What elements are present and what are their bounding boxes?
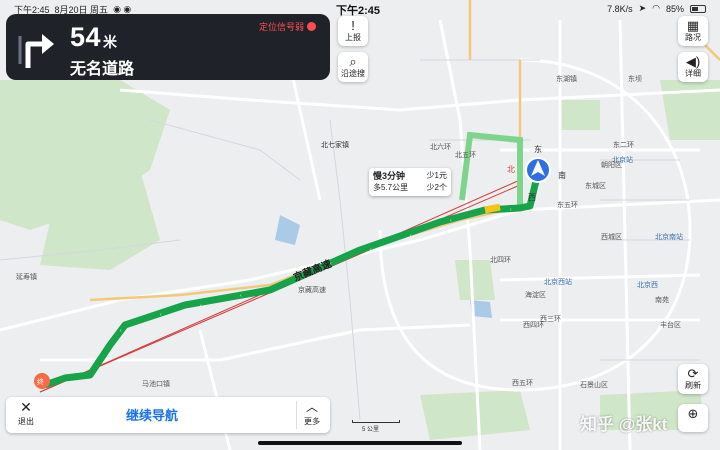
road-b bbox=[119, 88, 720, 112]
navigation-card[interactable]: 54 米 无名道路 定位信号弱 bbox=[6, 14, 330, 80]
distance-unit: 米 bbox=[103, 34, 117, 50]
refresh-icon: ⟳ bbox=[687, 366, 699, 381]
gps-signal-warning: 定位信号弱 bbox=[259, 20, 316, 33]
map-label: 南苑 bbox=[655, 297, 669, 304]
volume-detail-button[interactable]: ◀) 详细 bbox=[678, 52, 708, 82]
refresh-button[interactable]: ⟳ 刷新 bbox=[678, 364, 708, 394]
toll-saving: 少1元 bbox=[426, 171, 447, 180]
road-name: 无名道路 bbox=[70, 61, 135, 78]
end-marker-text: 终 bbox=[37, 377, 44, 386]
search-along-label: 沿途搜 bbox=[341, 69, 365, 78]
route-comparison-bubble[interactable]: 慢3分钟 少1元 多5.7公里 少2个 bbox=[369, 168, 451, 196]
search-icon: ⌕ bbox=[349, 54, 357, 69]
chevron-up-icon: ︿ bbox=[305, 400, 318, 414]
traffic-light-icon: ▦ bbox=[686, 18, 700, 33]
zoom-button[interactable]: ⊕ bbox=[678, 404, 708, 432]
exit-label: 退出 bbox=[18, 417, 34, 426]
minor-4 bbox=[149, 119, 301, 181]
park-city bbox=[560, 100, 600, 130]
report-label: 上报 bbox=[345, 33, 361, 42]
slower-time: 慢3分钟 bbox=[373, 171, 406, 181]
continue-navigation-button[interactable]: 继续导航 bbox=[126, 405, 178, 424]
scale-text: 5 公里 bbox=[362, 427, 380, 433]
report-button[interactable]: ! 上报 bbox=[338, 16, 368, 46]
south-mark: 南 bbox=[558, 170, 566, 180]
map-label: 东城区 bbox=[585, 183, 606, 190]
map-label: 东二环 bbox=[613, 142, 634, 149]
map-label: 延寿镇 bbox=[16, 274, 37, 281]
exit-button[interactable]: ✕ 退出 bbox=[10, 399, 42, 427]
map-label: 西城区 bbox=[601, 234, 622, 241]
map-label: 北京西站 bbox=[544, 279, 572, 286]
location-icon: ➤ bbox=[638, 3, 647, 13]
distance-value: 54 bbox=[70, 22, 102, 52]
map-label: 西五环 bbox=[512, 380, 533, 387]
map-label: 北五环 bbox=[455, 152, 476, 159]
west-mark: 西 bbox=[528, 193, 536, 202]
map-label: 石景山区 bbox=[580, 382, 608, 389]
wifi-icon: ◠ bbox=[652, 3, 660, 13]
watermark: 知乎 @张kt bbox=[580, 415, 668, 434]
park-center bbox=[455, 260, 495, 300]
map-label: 北四环 bbox=[490, 257, 511, 264]
status-right: 7.8K/s ➤ ◠ 85% bbox=[607, 3, 706, 14]
minor-2 bbox=[329, 119, 361, 421]
map-label: 马池口镇 bbox=[142, 381, 170, 388]
current-location-marker bbox=[525, 157, 551, 183]
map-label: 丰台区 bbox=[660, 322, 681, 329]
more-label: 更多 bbox=[304, 417, 320, 426]
exclamation-icon: ! bbox=[351, 18, 355, 33]
bottom-bar: ✕ 退出 继续导航 ︿ 更多 bbox=[6, 397, 330, 433]
bubble-row-1: 慢3分钟 少1元 bbox=[373, 170, 447, 182]
extra-distance: 多5.7公里 bbox=[373, 183, 409, 192]
detail-label: 详细 bbox=[685, 69, 701, 78]
map-label: 朝阳区 bbox=[601, 162, 622, 169]
map-label: 东湖镇 bbox=[556, 76, 577, 83]
park-south bbox=[420, 390, 530, 440]
speaker-icon: ◀) bbox=[685, 54, 701, 69]
map-screen[interactable]: ‹ ‹ ‹ ‹ ‹ ‹ ‹ ‹ ‹ 北 东 西 南 终 北七家镇 东湖镇 北京站 北京西站 西城区东… bbox=[0, 0, 720, 450]
network-speed: 7.8K/s bbox=[607, 3, 633, 14]
gps-weak-icon bbox=[307, 22, 316, 31]
home-indicator[interactable] bbox=[258, 441, 462, 445]
close-icon: ✕ bbox=[20, 399, 32, 415]
battery-icon bbox=[690, 4, 706, 13]
north-mark: 北 bbox=[507, 165, 515, 174]
zoom-icon: ⊕ bbox=[687, 406, 699, 421]
map-label: 东五环 bbox=[557, 202, 578, 209]
map-label: 北六环 bbox=[430, 144, 451, 151]
route-slow-segment bbox=[484, 203, 501, 214]
fewer-lights: 少2个 bbox=[426, 183, 447, 192]
bubble-row-2: 多5.7公里 少2个 bbox=[373, 182, 447, 194]
traffic-label: 路况 bbox=[685, 33, 701, 42]
traffic-button[interactable]: ▦ 路况 bbox=[678, 16, 708, 46]
map-label: 西四环 bbox=[523, 322, 544, 329]
map-label: 东坝 bbox=[628, 76, 642, 83]
refresh-label: 刷新 bbox=[685, 381, 701, 390]
map-label: 北京西 bbox=[637, 282, 658, 289]
lake-1 bbox=[275, 215, 300, 245]
search-along-button[interactable]: ⌕ 沿途搜 bbox=[338, 52, 368, 82]
battery-level: 85% bbox=[665, 3, 684, 14]
road-g bbox=[499, 273, 701, 282]
map-label: 京藏高速 bbox=[298, 287, 326, 294]
map-label: 海淀区 bbox=[525, 292, 546, 299]
more-button[interactable]: ︿ 更多 bbox=[298, 399, 326, 427]
divider bbox=[296, 401, 297, 429]
east-mark: 东 bbox=[534, 144, 542, 154]
scale-bar bbox=[352, 420, 400, 423]
gps-warning-text: 定位信号弱 bbox=[258, 22, 304, 32]
park-areas bbox=[0, 80, 720, 440]
turn-right-icon bbox=[18, 34, 54, 68]
map-label: 北七家镇 bbox=[321, 142, 349, 149]
map-label: 北京南站 bbox=[655, 234, 683, 241]
